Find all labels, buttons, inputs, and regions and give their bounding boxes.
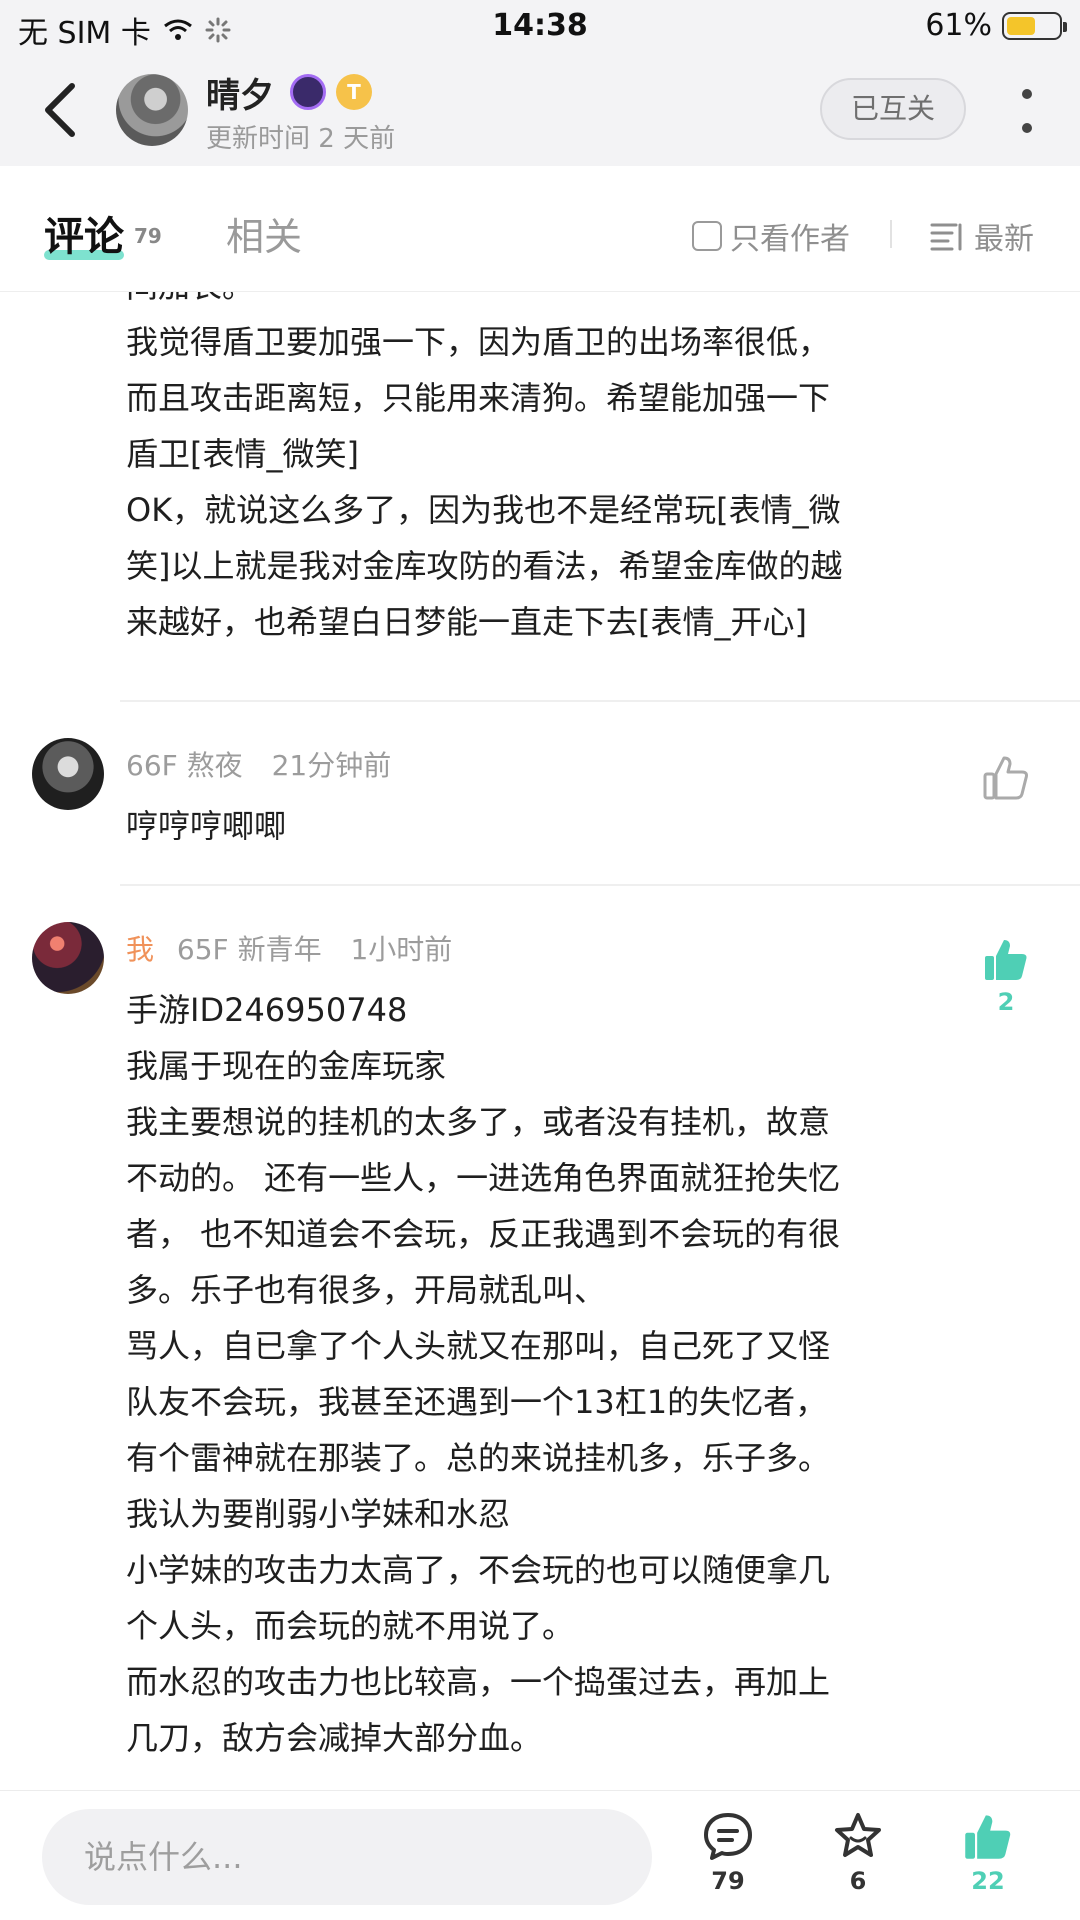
battery-icon [1002, 11, 1067, 40]
tab-bar: 评论 79 相关 只看作者 最新 [0, 166, 1080, 292]
comment-line: OK，就说这么多了，因为我也不是经常玩[表情_微 [126, 491, 841, 529]
comment-line: 笑]以上就是我对金库攻防的看法，希望金库做的越 [126, 547, 843, 585]
favorite-count: 6 [849, 1867, 867, 1895]
sort-icon [930, 223, 962, 251]
only-author-toggle[interactable]: 只看作者 [692, 214, 850, 258]
divider [890, 220, 892, 248]
screen: 无 SIM 卡 14:38 61% 晴夕 T 更新时间 2 天前 已互关 评论 … [0, 0, 1080, 1920]
floor-label: 66F [126, 749, 178, 782]
post-like-button[interactable]: 22 [948, 1811, 1028, 1895]
post-like-count: 22 [971, 1867, 1005, 1895]
comment-line: 我属于现在的金库玩家 [126, 1047, 447, 1085]
comment-text-block: 手游ID246950748 我属于现在的金库玩家 我主要想说的挂机的太多了，或者… [126, 982, 840, 1766]
comment-line: 我觉得盾卫要加强一下，因为盾卫的出场率很低， [126, 323, 831, 361]
comment-line: 不动的。 还有一些人，一进选角色界面就狂抢失忆 [126, 1159, 841, 1197]
comment-line: 间加长。 [126, 292, 843, 314]
bottom-bar: 说点什么... 79 6 22 [0, 1790, 1080, 1920]
comment-text-block: 间加长。 我觉得盾卫要加强一下，因为盾卫的出场率很低， 而且攻击距离短，只能用来… [126, 292, 843, 650]
chevron-left-icon [45, 83, 75, 137]
comment-line: 我主要想说的挂机的太多了，或者没有挂机，故意 [126, 1103, 831, 1141]
post-header: 晴夕 T 更新时间 2 天前 已互关 [0, 54, 1080, 166]
comment-button[interactable]: 79 [688, 1811, 768, 1895]
only-author-label: 只看作者 [730, 222, 850, 257]
comment-line: 而水忍的攻击力也比较高，一个捣蛋过去，再加上 [126, 1663, 831, 1701]
commenter-avatar[interactable] [32, 738, 104, 810]
comment-time: 1小时前 [350, 933, 453, 966]
comment-meta: 我 65F 新青年 1小时前 [126, 928, 452, 968]
author-avatar[interactable] [116, 74, 188, 146]
commenter-name[interactable]: 熬夜 [187, 749, 243, 782]
star-icon [835, 1813, 881, 1857]
me-label: 我 [126, 933, 155, 966]
comment-line: 个人头，而会玩的就不用说了。 [126, 1607, 575, 1645]
sort-label: 最新 [974, 222, 1034, 257]
status-right: 61% [925, 8, 1067, 43]
comment-divider [120, 884, 1080, 886]
battery-level [1007, 16, 1036, 35]
comment-line: 来越好，也希望白日梦能一直走下去[表情_开心] [126, 603, 807, 641]
comment-line: 我认为要削弱小学妹和水忍 [126, 1495, 511, 1533]
mutual-follow-button[interactable]: 已互关 [820, 78, 966, 140]
like-button[interactable] [980, 754, 1032, 804]
more-vertical-icon [1022, 89, 1032, 133]
floor-label: 65F [176, 933, 229, 966]
comment-divider [120, 700, 1080, 702]
comments-count-badge: 79 [134, 224, 162, 248]
more-button[interactable] [1012, 84, 1042, 140]
comment-count: 79 [711, 1867, 745, 1895]
level-badge-icon: T [336, 74, 372, 110]
thumbs-up-filled-icon [985, 940, 1027, 980]
comment-line: 队友不会玩，我甚至还遇到一个13杠1的失忆者， [126, 1383, 828, 1421]
comment-line: 骂人，自已拿了个人头就又在那叫，自己死了又怪 [126, 1327, 831, 1365]
emoji-badge-icon [290, 74, 326, 110]
checkbox-icon [692, 221, 722, 251]
author-name[interactable]: 晴夕 [206, 68, 274, 117]
clock: 14:38 [492, 8, 588, 43]
comment-line: 哼哼哼唧唧 [126, 807, 287, 845]
comment-line: 小学妹的攻击力太高了，不会玩的也可以随便拿几 [126, 1551, 831, 1589]
favorite-button[interactable]: 6 [818, 1811, 898, 1895]
sort-button[interactable]: 最新 [930, 214, 1034, 258]
my-avatar[interactable] [32, 922, 104, 994]
update-time: 更新时间 2 天前 [206, 124, 396, 154]
like-count: 2 [997, 988, 1015, 1016]
commenter-name[interactable]: 新青年 [238, 933, 322, 966]
comment-line: 有个雷神就在那装了。总的来说挂机多，乐子多。 [126, 1439, 831, 1477]
comment-input[interactable]: 说点什么... [42, 1809, 652, 1905]
comment-line: 手游ID246950748 [126, 991, 408, 1029]
like-button-active[interactable]: 2 [980, 936, 1032, 1016]
comment-text-block: 哼哼哼唧唧 [126, 798, 286, 854]
battery-percent: 61% [925, 8, 992, 43]
comment-line: 几刀，敌方会减掉大部分血。 [126, 1719, 543, 1757]
comment-line: 多。乐子也有很多，开局就乱叫、 [126, 1271, 607, 1309]
thumbs-up-filled-icon [965, 1815, 1011, 1859]
comment-time: 21分钟前 [271, 749, 392, 782]
comment-line: 盾卫[表情_微笑] [126, 435, 359, 473]
tab-related[interactable]: 相关 [226, 206, 302, 261]
status-bar: 无 SIM 卡 14:38 61% [0, 0, 1080, 54]
comment-bubble-icon [704, 1813, 752, 1860]
comment-line: 而且攻击距离短，只能用来清狗。希望能加强一下 [126, 379, 831, 417]
comment-list: 间加长。 我觉得盾卫要加强一下，因为盾卫的出场率很低， 而且攻击距离短，只能用来… [0, 292, 1080, 1790]
comment-line: 者， 也不知道会不会玩，反正我遇到不会玩的有很 [126, 1215, 841, 1253]
comment-meta: 66F 熬夜 21分钟前 [126, 744, 391, 784]
thumbs-up-outline-icon [983, 756, 1028, 800]
tab-comments[interactable]: 评论 [44, 204, 124, 262]
back-button[interactable] [38, 82, 86, 138]
